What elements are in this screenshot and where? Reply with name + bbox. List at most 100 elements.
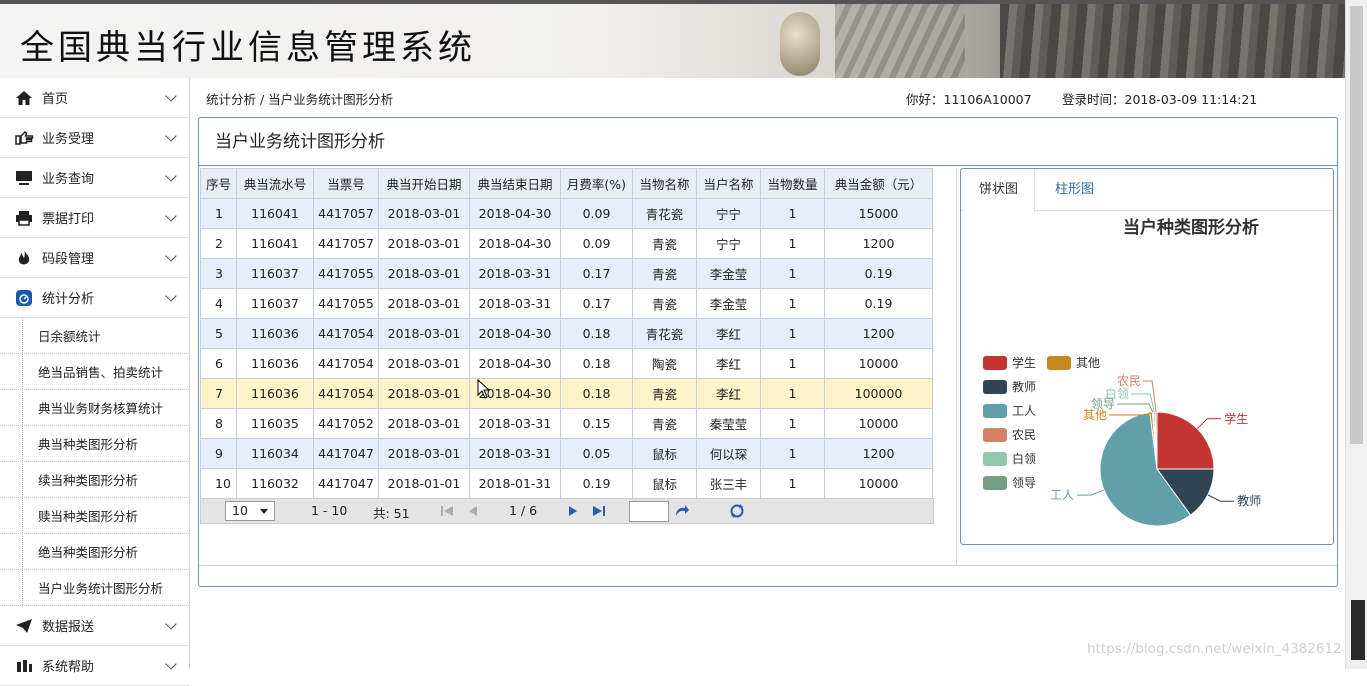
sidebar-item-statistics[interactable]: 统计分析 (0, 278, 189, 318)
table-cell: 116041 (236, 198, 314, 229)
table-cell: 1200 (824, 318, 933, 349)
panel-divider (199, 565, 1337, 566)
table-cell: 0.18 (560, 318, 633, 349)
sidebar-item-home[interactable]: 首页 (0, 78, 189, 118)
table-cell: 2018-04-30 (469, 318, 561, 349)
sidebar-item-receipt-print[interactable]: 票据打印 (0, 198, 189, 238)
column-header[interactable]: 典当结束日期 (469, 168, 561, 199)
column-header[interactable]: 当户名称 (696, 168, 761, 199)
sidebar-subitem-forfeit-sales[interactable]: 绝当品销售、拍卖统计 (0, 354, 189, 390)
banner-decoration (780, 12, 820, 76)
table-cell: 0.09 (560, 228, 633, 259)
pie-label-line (1196, 418, 1222, 430)
sidebar-item-business-accept[interactable]: 业务受理 (0, 118, 189, 158)
table-row[interactable]: 6 116036 4417054 2018-03-01 2018-04-30 0.18 陶瓷… (200, 348, 933, 379)
sidebar-item-label: 数据报送 (42, 620, 95, 635)
next-page-icon[interactable] (565, 503, 581, 519)
table-cell: 4417054 (313, 348, 379, 379)
table-cell: 鼠标 (632, 468, 697, 499)
table-cell: 0.17 (560, 288, 633, 319)
sidebar-item-system-help[interactable]: 系统帮助 (0, 646, 189, 686)
tab-pie-chart[interactable]: 饼状图 (963, 169, 1036, 212)
prev-page-icon[interactable] (465, 503, 481, 519)
pie-label-line (1076, 489, 1105, 496)
table-cell: 青瓷 (632, 258, 697, 289)
last-page-icon[interactable] (591, 503, 607, 519)
table-row[interactable]: 5 116036 4417054 2018-03-01 2018-04-30 0.18 青花… (200, 318, 933, 349)
table-cell: 116037 (236, 258, 314, 289)
page-size-select[interactable]: 10 (225, 501, 275, 521)
vertical-scrollbar[interactable] (1345, 0, 1367, 669)
sidebar-subitem-pawn-type-chart[interactable]: 典当种类图形分析 (0, 426, 189, 462)
window-edge (1351, 600, 1365, 660)
sidebar-subitem-renewal-type-chart[interactable]: 续当种类图形分析 (0, 462, 189, 498)
table-cell: 1 (760, 408, 825, 439)
table-cell: 2018-03-01 (378, 408, 470, 439)
sidebar-subitem-finance-accounting[interactable]: 典当业务财务核算统计 (0, 390, 189, 426)
table-cell: 0.19 (824, 288, 933, 319)
dropdown-arrow-icon (260, 509, 268, 514)
table-row[interactable]: 1 116041 4417057 2018-03-01 2018-04-30 0.09 青花… (200, 198, 933, 229)
legend-label: 其他 (1076, 356, 1100, 370)
chart-title: 当户种类图形分析 (1123, 217, 1259, 238)
table-row[interactable]: 8 116035 4417052 2018-03-01 2018-03-31 0.15 青瓷… (200, 408, 933, 439)
table-row[interactable]: 3 116037 4417055 2018-03-01 2018-03-31 0.17 青瓷… (200, 258, 933, 289)
table-row[interactable]: 9 116034 4417047 2018-03-01 2018-03-31 0.05 鼠标… (200, 438, 933, 469)
column-header[interactable]: 典当开始日期 (378, 168, 470, 199)
pie-label: 教师 (1237, 493, 1261, 508)
legend-label: 领导 (1012, 476, 1036, 490)
column-header[interactable]: 当物数量 (760, 168, 825, 199)
column-header[interactable]: 序号 (200, 168, 237, 199)
data-table: 序号 典当流水号 当票号 典当开始日期 典当结束日期 月费率(%) 当物名称 当户名称 当物数量… (200, 168, 933, 499)
table-cell: 2018-04-30 (469, 198, 561, 229)
table-cell: 李红 (696, 318, 761, 349)
legend-swatch (983, 404, 1007, 418)
go-page-icon[interactable] (674, 503, 690, 519)
table-row[interactable]: 2 116041 4417057 2018-03-01 2018-04-30 0.09 青瓷… (200, 228, 933, 259)
legend-label: 学生 (1012, 355, 1036, 370)
chevron-down-icon (165, 90, 177, 102)
table-cell: 6 (200, 348, 237, 379)
table-cell: 4417057 (313, 198, 379, 229)
table-cell: 青瓷 (632, 378, 697, 409)
legend-label: 教师 (1012, 379, 1036, 394)
printer-icon (14, 209, 34, 227)
table-cell: 116041 (236, 228, 314, 259)
sidebar-item-business-query[interactable]: 业务查询 (0, 158, 189, 198)
table-cell: 10 (200, 468, 237, 499)
chart-panel: 饼状图 柱形图 当户种类图形分析 学生 其他 教师 工人 农民 白领 领导 学生 教师 工人 其他 领导… (960, 168, 1334, 545)
column-header[interactable]: 当物名称 (632, 168, 697, 199)
table-cell: 2018-03-01 (378, 318, 470, 349)
table-row[interactable]: 7 116036 4417054 2018-03-01 2018-04-30 0.18 青瓷… (200, 378, 933, 409)
page-range: 1 - 10 (311, 503, 348, 518)
sidebar-item-label: 首页 (42, 92, 69, 107)
sidebar-item-label: 系统帮助 (42, 660, 95, 675)
sidebar-subitem-forfeit-type-chart[interactable]: 绝当种类图形分析 (0, 534, 189, 570)
tab-bar-chart[interactable]: 柱形图 (1039, 169, 1110, 211)
sidebar-item-data-report[interactable]: 数据报送 (0, 606, 189, 646)
sidebar-subitem-daily-balance[interactable]: 日余额统计 (0, 318, 189, 354)
sidebar-item-code-segment[interactable]: 码段管理 (0, 238, 189, 278)
send-icon (14, 617, 34, 635)
column-header[interactable]: 典当金额（元） (824, 168, 933, 199)
split-divider[interactable] (956, 168, 957, 566)
table-row[interactable]: 4 116037 4417055 2018-03-01 2018-03-31 0.17 青瓷… (200, 288, 933, 319)
column-header[interactable]: 月费率(%) (560, 168, 633, 199)
table-cell: 4417055 (313, 258, 379, 289)
sidebar-subitem-customer-stats-chart[interactable]: 当户业务统计图形分析 (0, 570, 189, 606)
table-cell: 4417057 (313, 228, 379, 259)
table-cell: 9 (200, 438, 237, 469)
pie-label-line (1207, 494, 1235, 502)
legend-swatch (983, 380, 1007, 394)
column-header[interactable]: 典当流水号 (236, 168, 314, 199)
column-header[interactable]: 当票号 (313, 168, 379, 199)
first-page-icon[interactable] (439, 503, 455, 519)
sidebar-item-label: 业务查询 (42, 172, 95, 187)
table-cell: 8 (200, 408, 237, 439)
sidebar-subitem-redeem-type-chart[interactable]: 赎当种类图形分析 (0, 498, 189, 534)
page-jump-input[interactable] (629, 501, 669, 522)
table-cell: 秦莹莹 (696, 408, 761, 439)
scrollbar-thumb[interactable] (1350, 6, 1363, 444)
table-row[interactable]: 10 116032 4417047 2018-01-01 2018-01-31 0.19 鼠… (200, 468, 933, 499)
refresh-icon[interactable] (729, 503, 745, 519)
